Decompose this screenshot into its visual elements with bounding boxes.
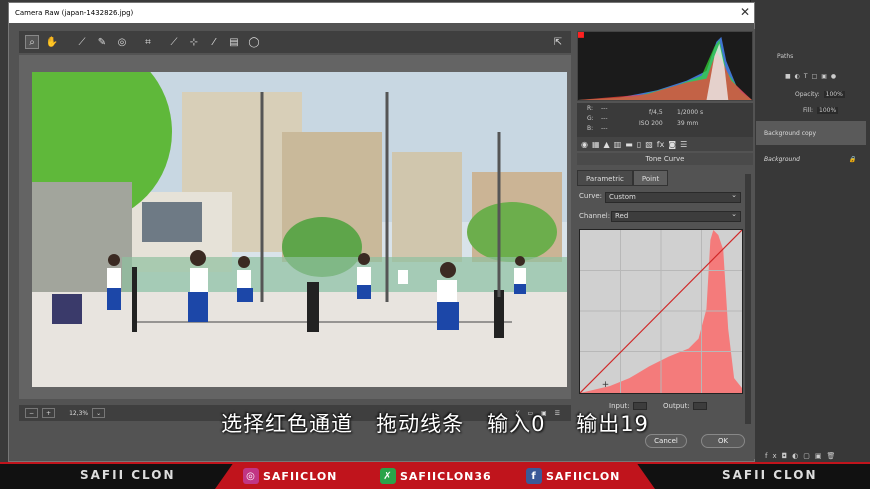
tab-parametric[interactable]: Parametric (577, 170, 633, 186)
crop-tool-icon[interactable]: ⌗ (141, 35, 155, 49)
zoom-tool-icon[interactable]: ⌕ (25, 35, 39, 49)
tab-point[interactable]: Point (632, 170, 669, 186)
b-label: B: (587, 125, 594, 132)
layer-filter-row: ■◐T□▣● (751, 66, 870, 86)
layer-name: Background copy (764, 129, 817, 137)
hand-tool-icon[interactable]: ✋ (45, 35, 59, 49)
g-value: --- (601, 115, 608, 122)
fill-label: Fill: (803, 106, 814, 114)
radial-filter-icon[interactable]: ◯ (247, 35, 261, 49)
facebook-icon: f (526, 468, 542, 484)
curve-svg[interactable]: + (580, 230, 742, 393)
facebook-handle: f SAFIICLON (526, 468, 620, 484)
layer-background-copy[interactable]: Background copy (756, 121, 866, 145)
layer-action-icons[interactable]: fx◘◐▢▣🗑 (765, 452, 840, 460)
effects-icon[interactable]: ▧ (645, 140, 653, 149)
instagram-text: SAFIICLON (263, 469, 338, 483)
other-text: SAFIICLON36 (400, 469, 492, 483)
straighten-tool-icon[interactable]: ⟋ (167, 35, 181, 49)
camera-raw-toolbar: ⌕ ✋ ⟋ ✎ ◎ ⌗ ⟋ ⊹ ⁄ ▤ ◯ ⇱ (19, 31, 571, 53)
shadow-clipping-icon (578, 32, 584, 38)
fill-input[interactable]: 100% (817, 106, 839, 114)
other-handle: ✗ SAFIICLON36 (380, 468, 492, 484)
filter-icons[interactable]: ■◐T□▣● (785, 73, 840, 80)
paths-tab-row: Paths (751, 46, 870, 66)
camera-raw-window: Camera Raw (japan-1432826.jpg) ✕ ⌕ ✋ ⟋ ✎… (8, 2, 755, 462)
tone-curve-icon[interactable]: ▦ (592, 140, 600, 149)
g-label: G: (587, 115, 594, 122)
channel-banner: SAFII CLON ◎ SAFIICLON ✗ SAFIICLON36 f S… (0, 462, 870, 489)
hsl-icon[interactable]: ▥ (614, 140, 622, 149)
open-preferences-icon[interactable]: ⇱ (551, 35, 565, 49)
b-value: --- (601, 125, 608, 132)
lock-icon: 🔒 (848, 155, 856, 163)
photo-preview (32, 72, 567, 387)
fill-row: Fill: 100% (751, 100, 870, 120)
spot-removal-tool-icon[interactable]: ⊹ (187, 35, 201, 49)
tone-curve-title: Tone Curve (577, 153, 753, 165)
video-subtitle: 选择红色通道 拖动线条 输入0 输出19 (221, 412, 649, 436)
graduated-filter-icon[interactable]: ▤ (227, 35, 241, 49)
fx-icon[interactable]: fx (657, 140, 665, 149)
targeted-adjustment-tool-icon[interactable]: ◎ (115, 35, 129, 49)
color-sampler-tool-icon[interactable]: ✎ (95, 35, 109, 49)
presets-icon[interactable]: ☰ (680, 140, 687, 149)
lens-icon[interactable]: ▯ (637, 140, 641, 149)
banner-right-name: SAFII CLON (722, 468, 818, 482)
instagram-icon: ◎ (243, 468, 259, 484)
channel-select[interactable]: Red (611, 210, 741, 222)
tone-curve-tabs: Parametric Point (577, 170, 753, 186)
adjustment-brush-icon[interactable]: ⁄ (207, 35, 221, 49)
adjustments-panel: R: --- G: --- B: --- f/4,5 1/2000 s ISO … (575, 29, 755, 459)
close-icon[interactable]: ✕ (740, 5, 750, 19)
curve-select[interactable]: Custom (605, 191, 741, 203)
layer-background[interactable]: Background 🔒 (756, 147, 866, 171)
basic-icon[interactable]: ◉ (581, 140, 588, 149)
svg-text:+: + (602, 380, 609, 390)
opacity-input[interactable]: 100% (823, 90, 845, 98)
tone-curve-graph[interactable]: + (579, 229, 743, 394)
channel-label: Channel: (579, 212, 611, 220)
detail-icon[interactable]: ▲ (604, 140, 610, 149)
banner-left-name: SAFII CLON (80, 468, 176, 482)
split-toning-icon[interactable]: ▬ (625, 140, 633, 149)
facebook-text: SAFIICLON (546, 469, 621, 483)
histogram (577, 31, 753, 101)
layers-panel: Paths ■◐T□▣● Opacity: 100% Fill: 100% fx… (750, 0, 870, 462)
layer-name: Background (764, 155, 800, 163)
curve-label: Curve: (579, 192, 603, 200)
focal-length: 39 mm (677, 120, 699, 127)
r-value: --- (601, 105, 608, 112)
histogram-graph (578, 32, 752, 100)
title-bar: Camera Raw (japan-1432826.jpg) ✕ (9, 3, 754, 23)
white-balance-tool-icon[interactable]: ⟋ (75, 35, 89, 49)
panel-tabs-icons: ◉ ▦ ▲ ▥ ▬ ▯ ▧ fx ◙ ☰ (577, 137, 753, 151)
preview-area (19, 55, 571, 399)
image-info: R: --- G: --- B: --- f/4,5 1/2000 s ISO … (577, 103, 753, 137)
photo-image (32, 72, 567, 387)
social-icon: ✗ (380, 468, 396, 484)
iso: ISO 200 (639, 120, 663, 127)
paths-tab[interactable]: Paths (777, 53, 793, 60)
r-label: R: (587, 105, 594, 112)
instagram-handle: ◎ SAFIICLON (243, 468, 337, 484)
aperture: f/4,5 (649, 109, 663, 116)
panel-scrollbar[interactable] (745, 174, 751, 424)
window-title: Camera Raw (japan-1432826.jpg) (15, 9, 134, 17)
shutter-speed: 1/2000 s (677, 109, 704, 116)
camera-calibration-icon[interactable]: ◙ (668, 140, 676, 149)
opacity-label: Opacity: (795, 90, 820, 98)
